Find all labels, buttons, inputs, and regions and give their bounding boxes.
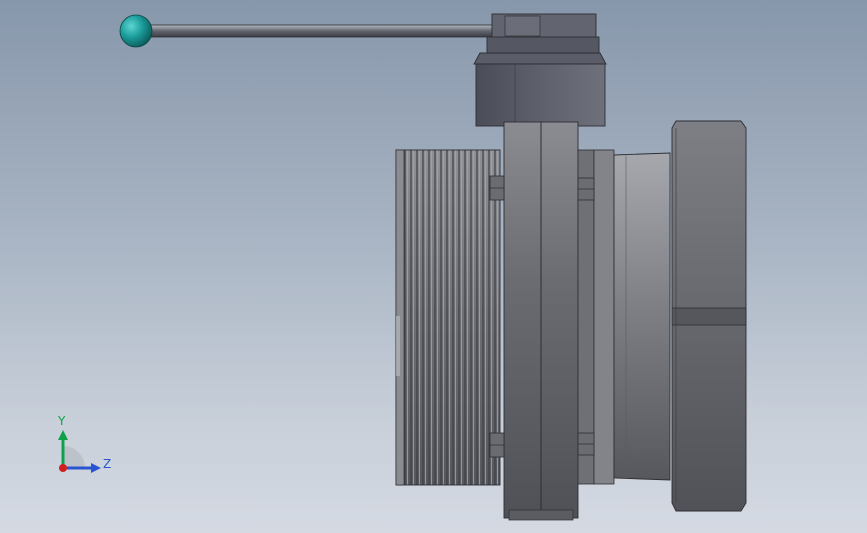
spigot[interactable] — [613, 152, 671, 481]
valve-body[interactable] — [503, 121, 615, 521]
graphics-viewport[interactable]: Y Z — [0, 0, 867, 533]
x-axis-dot — [59, 464, 67, 472]
z-axis-arrow — [91, 463, 101, 473]
y-axis-label: Y — [58, 414, 66, 428]
z-axis-label: Z — [103, 457, 112, 471]
butterfly-valve-model[interactable] — [0, 0, 867, 533]
right-flange[interactable] — [671, 120, 747, 512]
triad-plane — [63, 446, 85, 468]
threaded-end[interactable] — [395, 149, 501, 486]
lever-handle[interactable] — [119, 14, 496, 48]
y-axis-arrow — [58, 430, 68, 440]
handle-knob — [119, 14, 153, 48]
actuator-head[interactable] — [473, 13, 607, 127]
